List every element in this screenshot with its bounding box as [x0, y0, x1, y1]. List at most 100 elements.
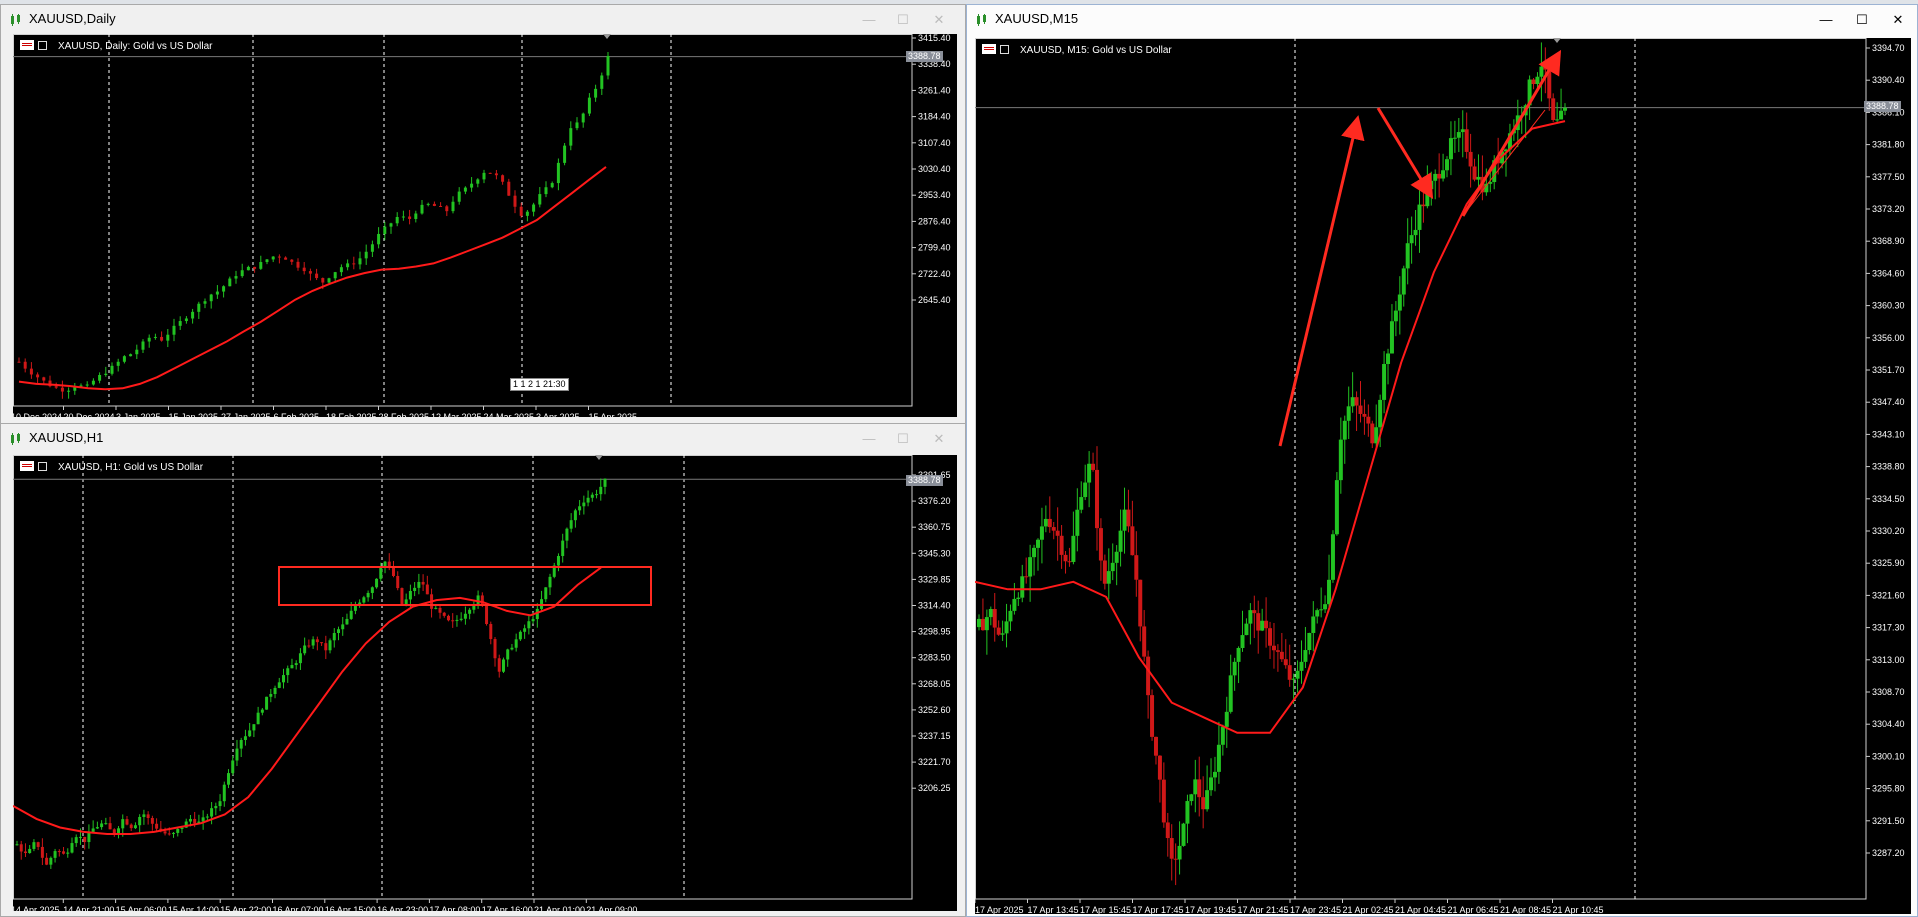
price-axis-label: 3184.40 — [918, 112, 951, 122]
maximize-button[interactable]: ☐ — [892, 429, 914, 449]
candle-body — [497, 658, 501, 672]
minimize-button[interactable]: — — [858, 429, 880, 449]
candle-body — [1075, 509, 1080, 536]
close-button[interactable]: ✕ — [928, 429, 950, 449]
titlebar-m15[interactable]: XAUUSD,M15 — ☐ ✕ — [967, 5, 1917, 35]
window-m15[interactable]: XAUUSD,M15 — ☐ ✕ 3394.70 3390.40 3386.10 33… — [966, 4, 1918, 917]
candle-body — [70, 843, 74, 853]
chart-m15[interactable]: 3394.70 3390.40 3386.10 3381.80 3377.50 3373.… — [975, 38, 1911, 914]
candle-body — [1043, 518, 1048, 527]
candle-body — [489, 624, 493, 640]
candle-body — [49, 857, 53, 865]
candle-body — [375, 578, 379, 588]
price-axis-label: 3261.40 — [918, 85, 951, 95]
candle-body — [353, 605, 357, 611]
candle-body — [265, 259, 269, 263]
candle-body — [339, 267, 343, 273]
candle-body — [457, 191, 461, 202]
window-h1[interactable]: XAUUSD,H1 — ☐ ✕ 3391.653376.203360.75334… — [0, 423, 966, 917]
candle-body — [395, 217, 399, 224]
candle-body — [595, 494, 599, 496]
window-daily[interactable]: XAUUSD,Daily — ☐ ✕ 3415.40 3338.40 3261.40… — [0, 4, 966, 424]
price-axis-label: 3291.50 — [1872, 816, 1905, 826]
candle-body — [488, 172, 492, 174]
close-button[interactable]: ✕ — [1887, 10, 1909, 30]
time-axis-label: 16 Apr 15:00 — [325, 905, 376, 911]
candle-body — [100, 823, 104, 828]
shift-marker-icon — [1553, 38, 1561, 43]
close-button[interactable]: ✕ — [928, 10, 950, 30]
price-axis-label: 2799.40 — [918, 243, 951, 253]
time-axis-label: 15 Apr 2025 — [589, 412, 638, 417]
minimize-button[interactable]: — — [858, 10, 880, 30]
price-axis-label: 3360.75 — [918, 522, 951, 532]
candle-body — [1354, 397, 1359, 406]
candle-body — [414, 213, 418, 219]
time-axis-label: 21 Apr 04:45 — [1395, 905, 1446, 914]
candle-body — [341, 624, 345, 630]
candle-body — [379, 567, 383, 579]
candle-body — [563, 145, 567, 163]
chart-daily[interactable]: 3415.40 3338.40 3261.40 3184.40 3107.40 3030.… — [13, 34, 957, 417]
candle-body — [273, 687, 277, 695]
candle-body — [587, 97, 591, 114]
chart-candles-icon — [977, 14, 986, 26]
candle-body — [116, 361, 120, 366]
candle-body — [421, 581, 425, 585]
candle-body — [1441, 170, 1446, 179]
candle-body — [1366, 416, 1371, 424]
candle-body — [234, 276, 238, 279]
candle-body — [1032, 547, 1037, 558]
candle-body — [1079, 497, 1084, 510]
candle-body — [1122, 509, 1127, 531]
candle-body — [527, 621, 531, 629]
candle-body — [256, 712, 260, 725]
candle-body — [493, 639, 497, 659]
candle-body — [1197, 779, 1202, 798]
trade-panel-icon[interactable] — [1000, 45, 1009, 54]
candle-body — [336, 629, 340, 634]
price-axis-label: 3206.25 — [918, 783, 951, 793]
candle-body — [573, 510, 577, 521]
time-axis-label: 17 Apr 16:00 — [482, 905, 533, 911]
candle-body — [565, 528, 569, 541]
candle-body — [286, 668, 290, 676]
candle-body — [1039, 526, 1044, 540]
candle-body — [1338, 439, 1343, 481]
candle-body — [992, 609, 997, 628]
candle-body — [446, 615, 450, 621]
candle-body — [581, 113, 585, 123]
candle-body — [494, 173, 498, 176]
chart-h1[interactable]: 3391.653376.203360.753345.303329.853314.… — [13, 455, 957, 911]
time-axis-label: 27 Jan 2025 — [221, 412, 271, 417]
candle-body — [1201, 797, 1206, 810]
titlebar-h1[interactable]: XAUUSD,H1 — ☐ ✕ — [1, 424, 965, 454]
candle-body — [1311, 616, 1316, 633]
candle-body — [172, 325, 176, 335]
candle-body — [1067, 561, 1072, 563]
candle-body — [1091, 463, 1096, 470]
one-click-hud[interactable]: 1 1 2 1 21:30 — [510, 378, 569, 391]
candle-body — [1193, 779, 1198, 795]
price-axis-label: 3287.20 — [1872, 848, 1905, 858]
maximize-button[interactable]: ☐ — [1851, 10, 1873, 30]
trade-panel-icon[interactable] — [38, 41, 47, 50]
price-axis-label: 3364.60 — [1872, 268, 1905, 278]
current-price-badge: 3388.78 — [906, 475, 943, 486]
candle-body — [1456, 132, 1461, 138]
maximize-button[interactable]: ☐ — [892, 10, 914, 30]
trade-panel-icon[interactable] — [38, 462, 47, 471]
candle-body — [463, 613, 467, 619]
price-axis-label: 2876.40 — [918, 216, 951, 226]
titlebar-daily[interactable]: XAUUSD,Daily — ☐ ✕ — [1, 5, 965, 35]
candle-body — [1106, 571, 1111, 584]
candle-body — [383, 226, 387, 234]
candle-body — [302, 267, 306, 272]
candle-body — [387, 561, 391, 567]
minimize-button[interactable]: — — [1815, 10, 1837, 30]
candle-body — [980, 618, 985, 631]
candle-body — [1098, 528, 1103, 561]
candle-body — [23, 361, 27, 369]
candle-body — [1401, 268, 1406, 295]
candle-body — [1008, 610, 1013, 622]
